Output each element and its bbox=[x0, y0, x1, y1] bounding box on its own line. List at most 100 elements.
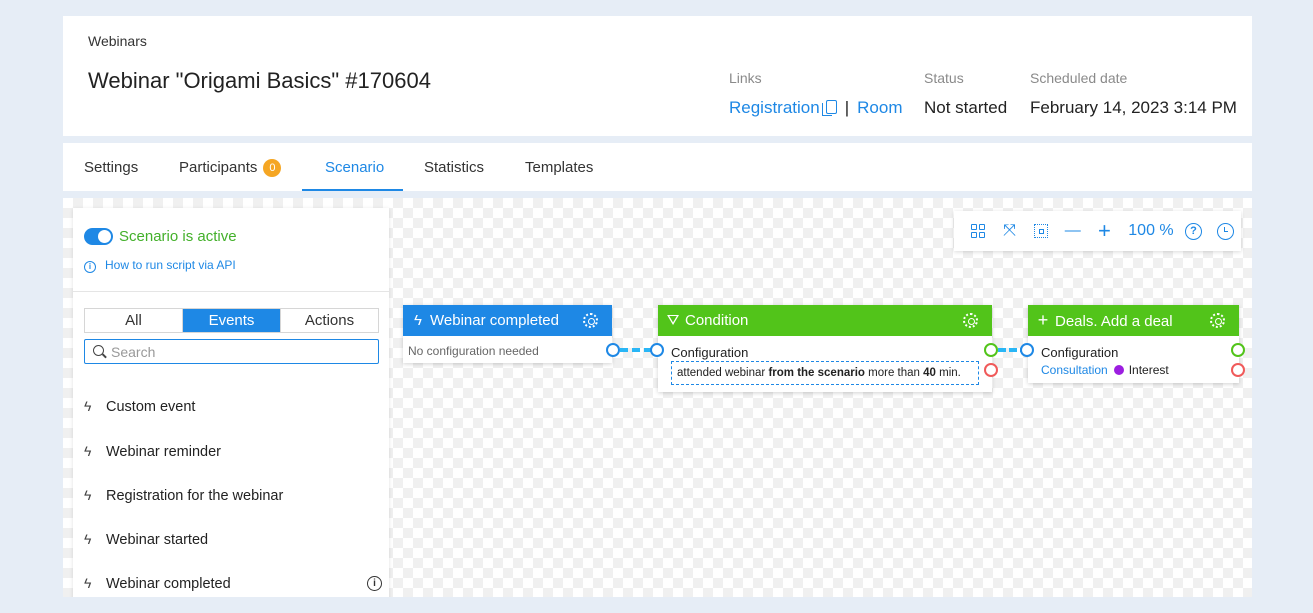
history-button[interactable] bbox=[1209, 211, 1241, 251]
active-tab-indicator bbox=[302, 189, 403, 191]
fit-icon bbox=[1034, 224, 1049, 238]
webinar-header: Webinars Webinar "Origami Basics" #17060… bbox=[63, 16, 1252, 136]
node-condition[interactable]: ⛛ Condition Configuration attended webina… bbox=[658, 305, 992, 392]
condition-rule[interactable]: attended webinar from the scenario more … bbox=[671, 361, 979, 385]
expand-icon: ⤧ bbox=[1003, 222, 1016, 239]
node-title: Webinar completed bbox=[430, 312, 559, 329]
info-icon[interactable]: i bbox=[367, 576, 382, 591]
scheduled-date-label: Scheduled date bbox=[1030, 70, 1128, 86]
output-port-no[interactable] bbox=[1231, 363, 1245, 377]
blocks-sidebar: Scenario is active i How to run script vi… bbox=[73, 208, 389, 597]
registration-link[interactable]: Registration bbox=[729, 98, 820, 117]
sidebar-divider bbox=[73, 291, 389, 292]
zoom-out-button[interactable]: — bbox=[1057, 211, 1089, 251]
event-item-label: Registration for the webinar bbox=[106, 488, 284, 504]
help-button[interactable]: ? bbox=[1178, 211, 1210, 251]
tab-bar: Settings Participants 0 Scenario Statisti… bbox=[63, 143, 1252, 191]
tab-settings[interactable]: Settings bbox=[84, 143, 138, 191]
bolt-icon: ϟ bbox=[84, 531, 92, 547]
stage-color-dot bbox=[1113, 365, 1124, 375]
zoom-in-button[interactable]: + bbox=[1089, 211, 1121, 251]
node-config-label: Configuration bbox=[671, 345, 749, 360]
event-item-webinar-started[interactable]: ϟ Webinar started bbox=[84, 531, 384, 557]
bolt-icon: ϟ bbox=[84, 575, 92, 591]
plus-icon: + bbox=[1037, 310, 1049, 330]
scenario-status-text: Scenario is active bbox=[119, 228, 237, 245]
search-input[interactable] bbox=[111, 342, 371, 361]
event-item-label: Custom event bbox=[106, 399, 196, 415]
help-icon: ? bbox=[1184, 222, 1202, 240]
connection-line bbox=[620, 348, 652, 352]
event-item-label: Webinar reminder bbox=[106, 444, 221, 460]
fullscreen-button[interactable]: ⤧ bbox=[994, 211, 1026, 251]
node-config-label: Configuration bbox=[1041, 345, 1119, 360]
rule-value: 40 bbox=[923, 367, 936, 379]
event-item-registration[interactable]: ϟ Registration for the webinar bbox=[84, 487, 384, 513]
page-title: Webinar "Origami Basics" #170604 bbox=[88, 68, 431, 93]
tab-scenario[interactable]: Scenario bbox=[325, 143, 384, 191]
deal-stage: Consultation Interest bbox=[1041, 363, 1169, 377]
node-title: Condition bbox=[685, 312, 749, 329]
api-help-link[interactable]: i How to run script via API bbox=[84, 258, 236, 273]
filter-icon: ⛛ bbox=[666, 312, 680, 329]
event-item-webinar-completed[interactable]: ϟ Webinar completed i bbox=[84, 575, 384, 597]
node-title: Deals. Add a deal bbox=[1055, 313, 1173, 330]
rule-unit: min. bbox=[939, 367, 961, 379]
output-port[interactable] bbox=[606, 343, 620, 357]
link-separator: | bbox=[844, 98, 850, 117]
scenario-canvas[interactable]: Scenario is active i How to run script vi… bbox=[63, 198, 1252, 597]
tab-participants[interactable]: Participants 0 bbox=[179, 143, 282, 191]
history-icon bbox=[1216, 222, 1234, 240]
fit-to-screen-button[interactable] bbox=[1025, 211, 1057, 251]
zoom-level: 100 % bbox=[1128, 222, 1174, 239]
event-item-webinar-reminder[interactable]: ϟ Webinar reminder bbox=[84, 443, 384, 469]
node-header[interactable]: ϟ Webinar completed bbox=[403, 305, 612, 336]
node-header[interactable]: + Deals. Add a deal bbox=[1028, 305, 1239, 336]
links-label: Links bbox=[729, 70, 762, 86]
node-add-deal[interactable]: + Deals. Add a deal Configuration Consult… bbox=[1028, 305, 1239, 383]
filter-events-button[interactable]: Events bbox=[183, 309, 281, 332]
rule-prefix: attended webinar bbox=[677, 367, 766, 379]
tab-templates[interactable]: Templates bbox=[525, 143, 593, 191]
canvas-toolbar: ⤧ — + 100 % ? bbox=[954, 211, 1241, 251]
room-link[interactable]: Room bbox=[857, 98, 902, 117]
info-icon: i bbox=[84, 261, 96, 273]
input-port[interactable] bbox=[1020, 343, 1034, 357]
gear-icon[interactable] bbox=[583, 313, 598, 328]
scheduled-date-value: February 14, 2023 3:14 PM bbox=[1030, 98, 1237, 117]
gear-icon[interactable] bbox=[963, 313, 978, 328]
copy-icon[interactable] bbox=[821, 100, 837, 116]
node-webinar-completed[interactable]: ϟ Webinar completed No configuration need… bbox=[403, 305, 612, 363]
rule-scope: from the scenario bbox=[768, 367, 865, 379]
node-note: No configuration needed bbox=[408, 344, 539, 358]
node-header[interactable]: ⛛ Condition bbox=[658, 305, 992, 336]
api-help-link-label: How to run script via API bbox=[105, 258, 236, 272]
bolt-icon: ϟ bbox=[414, 312, 422, 329]
gear-icon[interactable] bbox=[1210, 313, 1225, 328]
search-icon bbox=[93, 345, 104, 356]
event-item-label: Webinar completed bbox=[106, 576, 231, 592]
layout-grid-button[interactable] bbox=[962, 211, 994, 251]
pipeline-link[interactable]: Consultation bbox=[1041, 363, 1108, 377]
search-box bbox=[84, 339, 379, 364]
rule-operator: more than bbox=[868, 367, 920, 379]
minus-icon: — bbox=[1064, 222, 1081, 239]
event-item-custom-event[interactable]: ϟ Custom event bbox=[84, 398, 384, 424]
filter-actions-button[interactable]: Actions bbox=[281, 309, 378, 332]
output-port-no[interactable] bbox=[984, 363, 998, 377]
plus-icon: + bbox=[1098, 218, 1111, 243]
status-label: Status bbox=[924, 70, 964, 86]
participants-count-badge: 0 bbox=[263, 159, 282, 177]
output-port-yes[interactable] bbox=[984, 343, 998, 357]
grid-icon bbox=[970, 224, 985, 238]
scenario-active-toggle[interactable] bbox=[84, 228, 113, 245]
filter-all-button[interactable]: All bbox=[85, 309, 183, 332]
tab-statistics[interactable]: Statistics bbox=[424, 143, 484, 191]
status-value: Not started bbox=[924, 98, 1008, 117]
event-item-label: Webinar started bbox=[106, 532, 209, 548]
input-port[interactable] bbox=[650, 343, 664, 357]
bolt-icon: ϟ bbox=[84, 398, 92, 414]
breadcrumb[interactable]: Webinars bbox=[88, 33, 147, 49]
output-port-yes[interactable] bbox=[1231, 343, 1245, 357]
bolt-icon: ϟ bbox=[84, 443, 92, 459]
